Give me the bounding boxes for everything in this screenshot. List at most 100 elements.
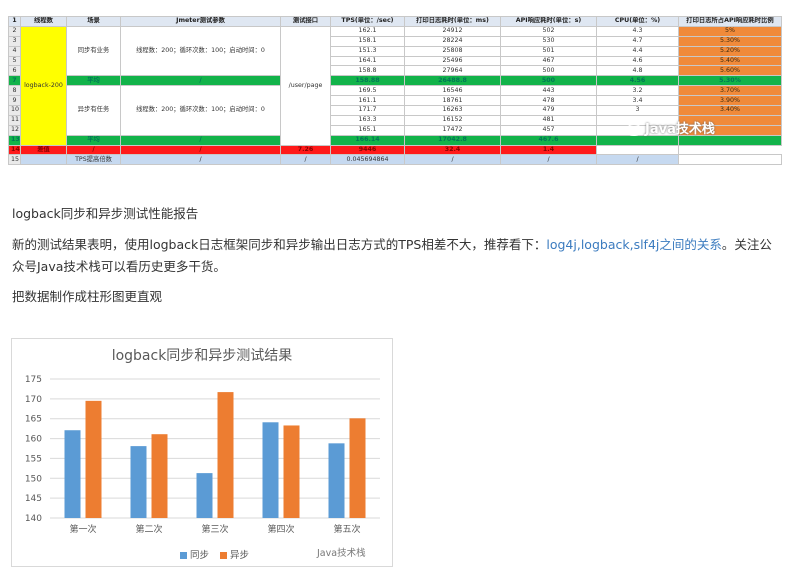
column-header: 打印日志所占API响应耗时比例 [678,16,782,27]
cpu-cell: 4.7 [596,35,679,47]
ratio-cell: 5.30% [678,75,782,87]
bar-async [151,434,168,518]
y-tick-label: 175 [25,375,42,385]
cpu-cell: 4.6 [596,55,679,67]
scene-cell: 同步有业务 [66,25,121,77]
table-cell: / [120,134,281,146]
tps-cell: 166.14 [330,134,405,146]
cpu-cell: 1.4 [500,144,597,156]
x-tick-label: 第四次 [267,523,294,535]
log-cell: 16263 [404,105,501,116]
row-number: 4 [8,45,21,57]
bar-async [349,418,366,518]
table-cell [678,154,782,166]
tps-cell: 7.26 [280,144,331,156]
log-cell: 17042.8 [404,134,501,146]
tps-cell: 171.7 [330,105,405,116]
x-tick-label: 第五次 [333,523,360,535]
table-row: 2 logback-200 同步有业务 线程数：200；循环次数：100；启动时间：0… [8,25,782,146]
row-number: 12 [8,124,21,136]
label-cell: 平均 [66,134,121,146]
table-cell [20,154,67,166]
table-cell: / [66,144,121,156]
row-number: 7 [8,75,21,87]
ratio-cell: 5.20% [678,45,782,57]
y-tick-label: 165 [25,415,42,425]
article-link[interactable]: log4j,logback,slf4j之间的关系 [546,237,722,252]
params-cell: 线程数：200；循环次数：100；启动时间：0 [120,25,281,77]
log-cell: 25808 [404,45,501,57]
tps-cell: 158.1 [330,35,405,47]
section-heading: logback同步和异步测试性能报告 [12,206,199,221]
log-cell: 24912 [404,25,501,37]
bar-sync [196,473,213,518]
y-tick-label: 150 [25,474,42,484]
ratio-cell: 3.40% [678,105,782,116]
diff-row: 14 差值 //7.26 9446 32.4 1.4 [8,144,782,156]
bar-async [85,400,102,518]
legend-swatch-sync [180,552,187,559]
excel-sheet: 1 线程数 场景 Jmeter测试参数 测试接口 TPS(单位：/sec) 打印日志耗时(单… [8,16,782,166]
api-time-cell: 467 [500,55,597,67]
api-time-cell: 479 [500,105,597,116]
chart-plot: 140 145 150 155 160 165 170 175 第一次 第二次 第三次 第四次 第五次 [25,375,380,535]
tps-cell: 0.045694864 [330,154,405,166]
x-tick-label: 第二次 [135,523,162,535]
table-row: 8 异步有任务 线程数：200；循环次数：100；启动时间：0 169.5 16546 4… [8,85,782,136]
api-time-cell: 443 [500,85,597,97]
sheet-watermark: Java技术栈 [626,118,715,137]
cpu-cell: 4.4 [596,45,679,57]
cpu-cell: 4.3 [596,25,679,37]
table-cell: / [280,154,331,166]
api-cell: /user/page [280,25,331,146]
log-cell: 26488.8 [404,75,501,87]
y-tick-label: 155 [25,454,42,464]
results-table: 1 线程数 场景 Jmeter测试参数 测试接口 TPS(单位：/sec) 打印日志耗时(单… [8,16,782,166]
tps-cell: 165.1 [330,124,405,136]
log-cell: 27964 [404,65,501,77]
api-time-cell: 500 [500,75,597,87]
table-cell: / [120,75,281,87]
bar-sync [328,443,345,518]
row-number: 11 [8,114,21,126]
column-header: 线程数 [20,16,67,27]
row-number: 9 [8,95,21,107]
x-tick-label: 第一次 [69,523,96,535]
tps-cell: 164.1 [330,55,405,67]
y-tick-label: 170 [25,395,42,405]
log-cell: 25496 [404,55,501,67]
row-number: 2 [8,25,21,37]
y-tick-label: 140 [25,514,42,524]
chart-intro: 把数据制作成柱形图更直观 [12,289,163,304]
tps-cell: 163.3 [330,114,405,126]
bar-chart: logback同步和异步测试结果 140 145 150 155 160 165 170 17… [11,338,393,567]
api-time-cell: 500 [500,65,597,77]
tps-cell: 161.1 [330,95,405,107]
cpu-cell: 4.8 [596,65,679,77]
y-tick-label: 145 [25,494,42,504]
params-cell: 线程数：200；循环次数：100；启动时间：0 [120,85,281,136]
row-number: 14 [8,144,21,156]
api-time-cell: 457 [500,124,597,136]
column-header: 测试接口 [280,16,331,27]
row-number-header: 1 [8,16,21,27]
table-cell: / [596,154,679,166]
api-time-cell: 502 [500,25,597,37]
column-header: Jmeter测试参数 [120,16,281,27]
ratio-cell: 3.90% [678,95,782,107]
x-tick-label: 第三次 [201,523,228,535]
column-header: 场景 [66,16,121,27]
legend-swatch-async [220,552,228,559]
bar-async [217,392,234,518]
column-header: 打印日志耗时(单位：ms) [404,16,501,27]
column-header: CPU(单位：%) [596,16,679,27]
wechat-icon [626,123,642,136]
ratio-cell: 5.60% [678,65,782,77]
tps-cell: 158.8 [330,65,405,77]
y-tick-label: 160 [25,435,42,445]
log-cell: 18761 [404,95,501,107]
thread-cell: logback-200 [20,25,67,146]
table-cell: / [500,154,597,166]
api-time-cell: 481 [500,114,597,126]
row-number: 15 [8,154,21,166]
